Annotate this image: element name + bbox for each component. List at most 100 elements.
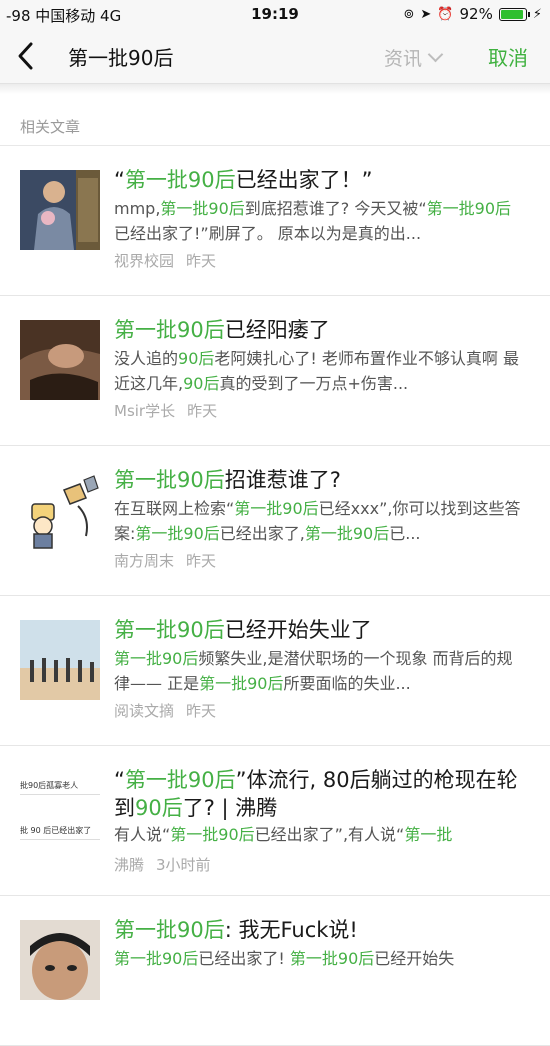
snippet-text: 已经出家了, — [219, 524, 305, 543]
article-title[interactable]: 第一批90后已经开始失业了 — [114, 616, 534, 644]
highlighted-keyword: 第一批90后 — [304, 524, 390, 543]
article-item[interactable]: 第一批90后已经开始失业了 第一批90后频繁失业,是潜伏职场的一个现象 而背后的规… — [0, 596, 550, 746]
article-source: Msir学长 — [114, 402, 176, 420]
highlighted-keyword: 90后 — [135, 796, 183, 820]
title-text: 已经出家了！” — [235, 168, 373, 192]
thumbnail-text-line: 批90后孤寡老人 — [20, 780, 100, 795]
article-time: 昨天 — [186, 552, 217, 570]
article-snippet: 有人说“第一批90后已经出家了”,有人说“第一批 — [114, 822, 526, 847]
snippet-text: 已经出家了!”刷屏了。 原本以为是真的出... — [114, 224, 422, 243]
article-thumbnail — [20, 470, 100, 550]
article-meta: 南方周末 昨天 — [114, 550, 216, 571]
highlighted-keyword: 第一批90后 — [160, 199, 245, 218]
highlighted-keyword: 第一批90后 — [114, 318, 225, 342]
snippet-text: 真的受到了一万点+伤害... — [219, 374, 409, 393]
highlighted-keyword: 第一批90后 — [114, 618, 225, 642]
snippet-text: 有人说“ — [114, 825, 171, 844]
article-time: 昨天 — [186, 252, 217, 270]
article-source: 沸腾 — [114, 856, 145, 874]
thumbnail-text-line: 批 90 后已经出家了 — [20, 825, 100, 840]
article-title[interactable]: 第一批90后: 我无Fuck说! — [114, 916, 534, 944]
charging-bolt-icon: ⚡ — [532, 6, 542, 22]
article-snippet: 在互联网上检索“第一批90后已经xxx”,你可以找到这些答案:第一批90后已经出… — [114, 496, 526, 546]
article-list: “第一批90后已经出家了！” mmp,第一批90后到底招惹谁了? 今天又被“第一批… — [0, 146, 550, 1046]
status-bar: -98 中国移动 4G 19:19 ⊚ ➤ ⏰ 92% ⚡ — [0, 0, 550, 28]
article-meta: 沸腾 3小时前 — [114, 854, 211, 875]
article-snippet: 第一批90后频繁失业,是潜伏职场的一个现象 而背后的规律—— 正是第一批90后所… — [114, 646, 526, 696]
highlighted-keyword: 第一批 — [404, 825, 453, 844]
article-time: 昨天 — [186, 702, 217, 720]
article-time: 昨天 — [187, 402, 218, 420]
battery-fill — [500, 9, 523, 19]
highlighted-keyword: 第一批90后 — [135, 524, 220, 543]
battery-percent: 92% — [459, 5, 493, 23]
article-item[interactable]: 第一批90后已经阳痿了 没人追的90后老阿姨扎心了! 老师布置作业不够认真啊 最近… — [0, 296, 550, 446]
article-item[interactable]: 第一批90后招谁惹谁了? 在互联网上检索“第一批90后已经xxx”,你可以找到这些… — [0, 446, 550, 596]
article-thumbnail — [20, 170, 100, 250]
highlighted-keyword: 第一批90后 — [234, 499, 319, 518]
article-title[interactable]: “第一批90后已经出家了！” — [114, 166, 534, 194]
title-text: 招谁惹谁了? — [224, 468, 341, 492]
article-thumbnail: 批90后孤寡老人批 90 后已经出家了 — [20, 770, 100, 850]
nav-shadow — [0, 84, 550, 94]
filter-dropdown[interactable]: 资讯 — [384, 44, 444, 71]
article-meta: Msir学长 昨天 — [114, 400, 217, 421]
title-text: 了? | 沸腾 — [182, 796, 278, 820]
status-icons: ⊚ ➤ ⏰ 92% ⚡ — [404, 5, 542, 23]
article-source: 视界校园 — [114, 252, 175, 270]
highlighted-keyword: 第一批90后 — [114, 918, 225, 942]
article-item[interactable]: 批90后孤寡老人批 90 后已经出家了 “第一批90后”体流行, 80后躺过的枪现… — [0, 746, 550, 896]
highlighted-keyword: 第一批90后 — [114, 949, 199, 968]
article-snippet: mmp,第一批90后到底招惹谁了? 今天又被“第一批90后已经出家了!”刷屏了。… — [114, 196, 526, 246]
title-text: “ — [114, 768, 125, 792]
highlighted-keyword: 第一批90后 — [114, 649, 199, 668]
article-meta: 阅读文摘 昨天 — [114, 700, 216, 721]
highlighted-keyword: 第一批90后 — [426, 199, 512, 218]
cancel-button[interactable]: 取消 — [488, 42, 528, 71]
snippet-text: mmp, — [114, 199, 161, 218]
article-time: 3小时前 — [156, 856, 211, 874]
snippet-text: 所要面临的失业... — [283, 674, 411, 693]
article-source: 南方周末 — [114, 552, 175, 570]
snippet-text: 已经出家了”,有人说“ — [254, 825, 405, 844]
highlighted-keyword: 第一批90后 — [114, 468, 225, 492]
snippet-text: 已... — [389, 524, 421, 543]
title-text: 已经开始失业了 — [224, 618, 372, 642]
nav-bar: 第一批90后 资讯 取消 — [0, 28, 550, 84]
snippet-text: 没人追的 — [114, 349, 179, 368]
search-query[interactable]: 第一批90后 — [68, 42, 173, 71]
title-text: “ — [114, 168, 125, 192]
article-meta: 视界校园 昨天 — [114, 250, 216, 271]
location-arrow-icon: ➤ — [420, 6, 432, 22]
snippet-text: 已经开始失 — [374, 949, 455, 968]
article-thumbnail — [20, 620, 100, 700]
highlighted-keyword: 第一批90后 — [170, 825, 255, 844]
article-thumbnail — [20, 320, 100, 400]
snippet-text: 到底招惹谁了? 今天又被“ — [244, 199, 427, 218]
highlighted-keyword: 90后 — [183, 374, 220, 393]
battery-icon — [498, 7, 530, 21]
highlighted-keyword: 第一批90后 — [289, 949, 375, 968]
article-item[interactable]: “第一批90后已经出家了！” mmp,第一批90后到底招惹谁了? 今天又被“第一批… — [0, 146, 550, 296]
article-title[interactable]: 第一批90后已经阳痿了 — [114, 316, 534, 344]
snippet-text: 在互联网上检索“ — [114, 499, 235, 518]
highlighted-keyword: 第一批90后 — [124, 168, 236, 192]
article-title[interactable]: “第一批90后”体流行, 80后躺过的枪现在轮到90后了? | 沸腾 — [114, 766, 534, 822]
article-title[interactable]: 第一批90后招谁惹谁了? — [114, 466, 534, 494]
filter-label: 资讯 — [384, 48, 423, 70]
article-snippet: 没人追的90后老阿姨扎心了! 老师布置作业不够认真啊 最近这几年,90后真的受到… — [114, 346, 526, 396]
article-item[interactable]: 第一批90后: 我无Fuck说! 第一批90后已经出家了! 第一批90后已经开始失 — [0, 896, 550, 1046]
chevron-down-icon — [427, 46, 444, 63]
section-header: 相关文章 — [20, 118, 81, 136]
title-text: : 我无Fuck说! — [224, 918, 358, 942]
highlighted-keyword: 第一批90后 — [199, 674, 284, 693]
title-text: 已经阳痿了 — [224, 318, 330, 342]
highlighted-keyword: 第一批90后 — [124, 768, 236, 792]
rotation-lock-icon: ⊚ — [403, 6, 415, 22]
highlighted-keyword: 90后 — [178, 349, 215, 368]
article-thumbnail — [20, 920, 100, 1000]
chevron-left-icon[interactable] — [12, 40, 42, 72]
snippet-text: 已经出家了! — [198, 949, 290, 968]
article-snippet: 第一批90后已经出家了! 第一批90后已经开始失 — [114, 946, 526, 971]
alarm-icon: ⏰ — [437, 6, 454, 22]
